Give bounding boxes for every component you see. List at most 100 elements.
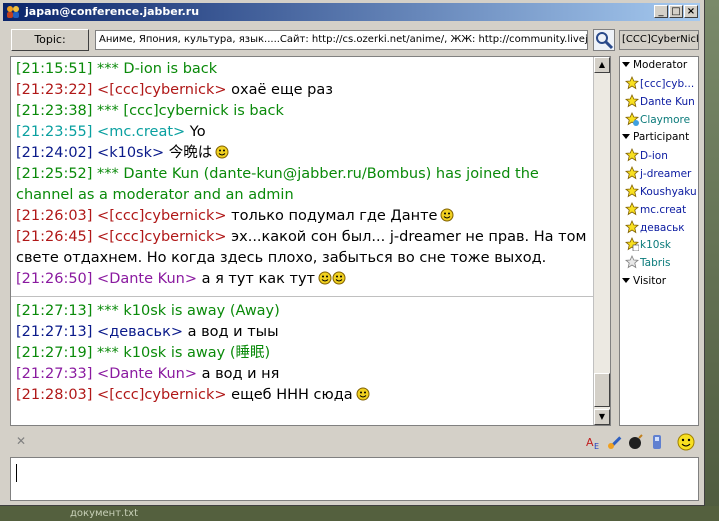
star-offline-icon bbox=[624, 255, 640, 269]
message-text: а я тут как тут bbox=[201, 271, 315, 287]
message-timestamp: [21:24:02] bbox=[16, 145, 93, 161]
smiley-icon[interactable] bbox=[676, 432, 696, 452]
roster-item[interactable]: Koushyaku bbox=[624, 184, 697, 200]
message-timestamp: [21:15:51] bbox=[16, 61, 93, 77]
chat-message: [21:28:03] <[ccc]cybernick> ещеб ННН сюд… bbox=[16, 385, 593, 406]
tools-icon[interactable] bbox=[606, 433, 624, 451]
roster-item[interactable]: Claymore bbox=[624, 111, 691, 128]
smiley-icon bbox=[215, 145, 229, 159]
message-timestamp: [21:26:45] bbox=[16, 229, 93, 245]
roster-item[interactable]: Dante Kun bbox=[624, 93, 695, 110]
roster-item[interactable]: k10sk bbox=[624, 237, 671, 253]
close-button[interactable]: × bbox=[684, 5, 698, 18]
roster-nick: Dante Kun bbox=[640, 95, 695, 108]
message-nick[interactable]: <деваськ> bbox=[97, 324, 183, 340]
message-nick[interactable]: <[ccc]cybernick> bbox=[97, 387, 227, 403]
group-label: Moderator bbox=[633, 59, 688, 71]
roster-nick: k10sk bbox=[640, 239, 671, 252]
scroll-up-button[interactable]: ▲ bbox=[594, 57, 610, 73]
svg-text:E: E bbox=[594, 442, 599, 451]
roster-item[interactable]: Tabris bbox=[624, 255, 671, 271]
roster-item[interactable]: j-dreamer bbox=[624, 166, 692, 182]
message-timestamp: [21:23:55] bbox=[16, 124, 93, 140]
message-timestamp: [21:23:38] bbox=[16, 103, 93, 119]
message-text: Yo bbox=[189, 124, 206, 140]
message-timestamp: [21:25:52] bbox=[16, 166, 93, 182]
phone-icon[interactable] bbox=[648, 433, 666, 451]
message-text: *** [ccc]cybernick is back bbox=[97, 103, 284, 119]
chat-message: [21:27:13] *** k10sk is away (Away) bbox=[16, 301, 593, 322]
bomb-icon[interactable] bbox=[627, 433, 645, 451]
roster-nick: [ccc]cyb... bbox=[640, 78, 695, 90]
roster-group-visitor[interactable]: Visitor bbox=[622, 275, 666, 287]
message-timestamp: [21:27:13] bbox=[16, 303, 93, 319]
smiley-icon bbox=[356, 387, 370, 401]
topic-field[interactable]: Аниме, Япония, культура, язык.....Сайт: … bbox=[95, 30, 588, 50]
chat-message: [21:26:45] <[ccc]cybernick> эх...какой с… bbox=[16, 227, 593, 269]
roster-item[interactable]: [ccc]cyb... bbox=[624, 76, 695, 92]
message-nick[interactable]: <[ccc]cybernick> bbox=[97, 82, 227, 98]
message-nick[interactable]: <mc.creat> bbox=[97, 124, 185, 140]
chat-message: [21:26:50] <Dante Kun> а я тут как тут bbox=[16, 269, 593, 290]
message-nick[interactable]: <[ccc]cybernick> bbox=[97, 208, 227, 224]
roster-nick: деваськ bbox=[640, 221, 685, 234]
chat-message: [21:23:38] *** [ccc]cybernick is back bbox=[16, 101, 593, 122]
roster-item[interactable]: mc.creat bbox=[624, 201, 686, 218]
message-nick[interactable]: <k10sk> bbox=[97, 145, 164, 161]
roster-nick: Claymore bbox=[640, 113, 691, 126]
message-timestamp: [21:26:50] bbox=[16, 271, 93, 287]
scroll-thumb[interactable] bbox=[594, 373, 610, 407]
message-nick[interactable]: <Dante Kun> bbox=[97, 271, 197, 287]
expand-arrow-icon bbox=[622, 62, 630, 67]
chat-message: [21:27:33] <Dante Kun> а вод и ня bbox=[16, 364, 593, 385]
font-icon[interactable]: AE bbox=[585, 433, 603, 451]
smiley-icon bbox=[318, 271, 332, 285]
message-timestamp: [21:23:22] bbox=[16, 82, 93, 98]
message-nick[interactable]: <[ccc]cybernick> bbox=[97, 229, 227, 245]
chat-message: [21:23:55] <mc.creat> Yo bbox=[16, 122, 593, 143]
maximize-button[interactable]: □ bbox=[669, 5, 683, 18]
message-text: *** Dante Kun (dante-kun@jabber.ru/Bombu… bbox=[16, 166, 539, 203]
roster-group-participant[interactable]: Participant bbox=[622, 131, 689, 143]
chat-message: [21:25:52] *** Dante Kun (dante-kun@jabb… bbox=[16, 164, 593, 206]
collapse-icon[interactable]: ✕ bbox=[16, 434, 26, 448]
title-bar[interactable]: japan@conference.jabber.ru _ □ × bbox=[3, 3, 700, 21]
smiley-icon bbox=[440, 208, 454, 222]
roster-nick: Tabris bbox=[640, 257, 671, 270]
star-online-icon bbox=[624, 76, 640, 90]
chat-message: [21:27:13] <деваськ> а вод и тыы bbox=[16, 322, 593, 343]
topic-button[interactable]: Topic: bbox=[11, 29, 89, 51]
expand-arrow-icon bbox=[622, 278, 630, 283]
message-timestamp: [21:27:13] bbox=[16, 324, 93, 340]
conference-window: japan@conference.jabber.ru _ □ × Topic: … bbox=[0, 0, 705, 506]
roster-item[interactable]: D-ion bbox=[624, 148, 668, 164]
scroll-down-button[interactable]: ▼ bbox=[594, 409, 610, 425]
roster-nick: j-dreamer bbox=[640, 168, 692, 181]
message-text: а вод и ня bbox=[201, 366, 280, 382]
minimize-button[interactable]: _ bbox=[654, 5, 668, 18]
chat-message: [21:27:19] *** k10sk is away (睡眠) bbox=[16, 343, 593, 364]
message-nick[interactable]: <Dante Kun> bbox=[97, 366, 197, 382]
chat-scrollbar[interactable]: ▲ ▼ bbox=[593, 57, 610, 425]
search-icon[interactable] bbox=[593, 29, 615, 51]
message-text: *** k10sk is away (Away) bbox=[97, 303, 280, 319]
message-text: только подумал где Данте bbox=[231, 208, 438, 224]
group-label: Visitor bbox=[633, 275, 667, 287]
desktop-caption: документ.txt bbox=[70, 508, 138, 519]
star-online-icon bbox=[624, 93, 640, 108]
message-list: [21:15:51] *** D-ion is back [21:23:22] <… bbox=[11, 59, 594, 406]
expand-arrow-icon bbox=[622, 134, 630, 140]
star-online-icon bbox=[624, 201, 640, 216]
desktop-background-right bbox=[705, 0, 719, 521]
message-text: *** k10sk is away (睡眠) bbox=[97, 345, 271, 361]
chat-message: [21:26:03] <[ccc]cybernick> только подум… bbox=[16, 206, 593, 227]
message-separator bbox=[11, 290, 594, 297]
message-timestamp: [21:28:03] bbox=[16, 387, 93, 403]
roster-nick: D-ion bbox=[640, 150, 668, 163]
roster-group-moderator[interactable]: Moderator bbox=[622, 59, 687, 71]
message-input[interactable] bbox=[10, 457, 699, 501]
message-timestamp: [21:27:19] bbox=[16, 345, 93, 361]
roster-item[interactable]: деваськ bbox=[624, 219, 685, 236]
chat-log[interactable]: [21:15:51] *** D-ion is back [21:23:22] <… bbox=[10, 56, 611, 426]
nick-field[interactable]: [CCC]CyberNick bbox=[619, 30, 699, 50]
